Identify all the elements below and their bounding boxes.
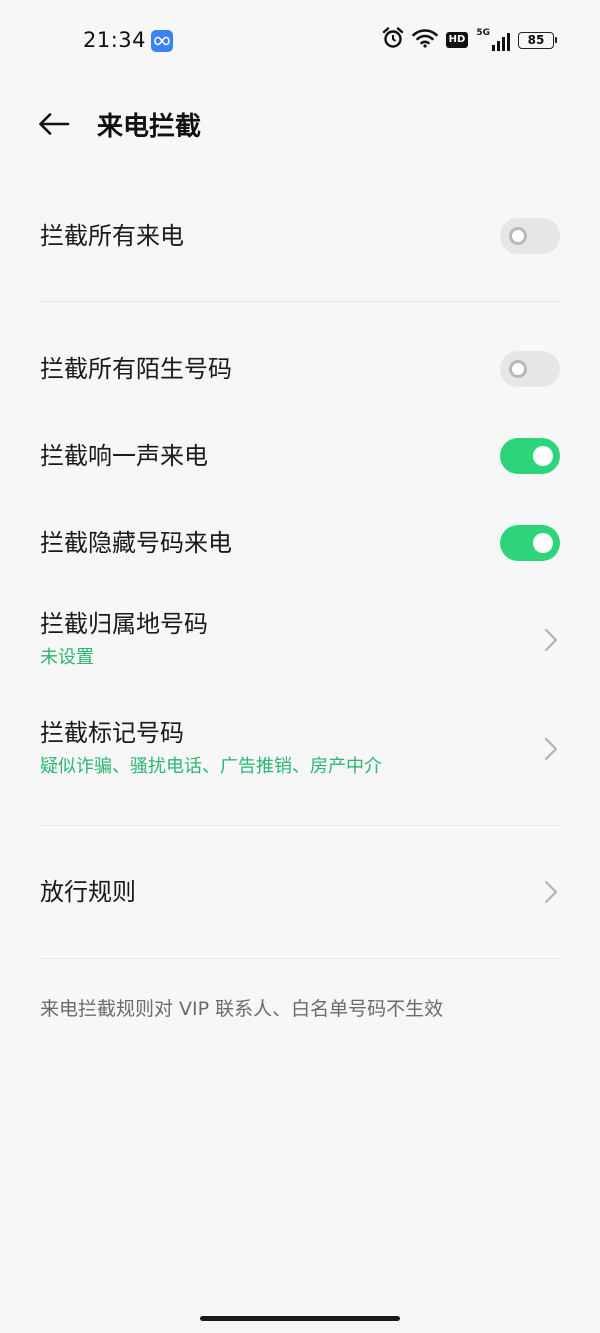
signal-icon: 5G bbox=[476, 29, 510, 51]
setting-subtitle: 疑似诈骗、骚扰电话、广告推销、房产中介 bbox=[40, 756, 382, 777]
divider bbox=[40, 958, 560, 959]
setting-block-marked[interactable]: 拦截标记号码 疑似诈骗、骚扰电话、广告推销、房产中介 bbox=[40, 717, 560, 783]
setting-block-all-calls[interactable]: 拦截所有来电 bbox=[40, 218, 560, 254]
chevron-right-icon bbox=[544, 628, 558, 652]
back-button[interactable] bbox=[32, 104, 76, 144]
header: 来电拦截 bbox=[0, 96, 600, 152]
toggle-knob bbox=[533, 446, 553, 466]
setting-block-unknown[interactable]: 拦截所有陌生号码 bbox=[40, 351, 560, 387]
block-hidden-toggle[interactable] bbox=[500, 525, 560, 561]
hd-icon: HD bbox=[445, 32, 469, 48]
network-type: 5G bbox=[476, 28, 490, 38]
toggle-knob bbox=[533, 533, 553, 553]
battery-level: 85 bbox=[527, 33, 545, 47]
wifi-icon bbox=[411, 28, 438, 52]
setting-allow-rules[interactable]: 放行规则 bbox=[40, 874, 560, 910]
alarm-icon bbox=[382, 27, 404, 53]
toggle-knob bbox=[509, 360, 527, 378]
battery-icon: 85 bbox=[518, 31, 557, 49]
setting-block-region[interactable]: 拦截归属地号码 未设置 bbox=[40, 608, 560, 674]
call-blocking-screen: 21:34 HD 5G 85 来电拦截 拦截所有来电 拦截所有陌生号码 拦截响一… bbox=[0, 0, 600, 1333]
chevron-right-icon bbox=[544, 737, 558, 761]
status-icons: HD 5G 85 bbox=[382, 27, 557, 53]
toggle-knob bbox=[509, 227, 527, 245]
setting-block-hidden[interactable]: 拦截隐藏号码来电 bbox=[40, 525, 560, 561]
setting-label: 拦截标记号码 bbox=[40, 719, 184, 747]
setting-label: 拦截响一声来电 bbox=[40, 442, 208, 470]
home-indicator[interactable] bbox=[200, 1316, 400, 1321]
setting-label: 拦截隐藏号码来电 bbox=[40, 529, 232, 557]
block-unknown-toggle[interactable] bbox=[500, 351, 560, 387]
setting-label: 拦截所有来电 bbox=[40, 222, 184, 250]
setting-block-one-ring[interactable]: 拦截响一声来电 bbox=[40, 438, 560, 474]
status-bar: 21:34 HD 5G 85 bbox=[0, 0, 600, 80]
footnote: 来电拦截规则对 VIP 联系人、白名单号码不生效 bbox=[40, 998, 444, 1020]
setting-label: 拦截归属地号码 bbox=[40, 610, 208, 638]
setting-label: 放行规则 bbox=[40, 878, 136, 906]
status-time: 21:34 bbox=[83, 28, 147, 52]
setting-subtitle: 未设置 bbox=[40, 647, 94, 668]
divider bbox=[40, 301, 560, 302]
setting-label: 拦截所有陌生号码 bbox=[40, 355, 232, 383]
page-title: 来电拦截 bbox=[97, 112, 202, 142]
block-one-ring-toggle[interactable] bbox=[500, 438, 560, 474]
divider bbox=[40, 825, 560, 826]
app-link-icon bbox=[151, 30, 173, 52]
arrow-left-icon bbox=[39, 113, 70, 135]
block-all-calls-toggle[interactable] bbox=[500, 218, 560, 254]
chevron-right-icon bbox=[544, 880, 558, 904]
